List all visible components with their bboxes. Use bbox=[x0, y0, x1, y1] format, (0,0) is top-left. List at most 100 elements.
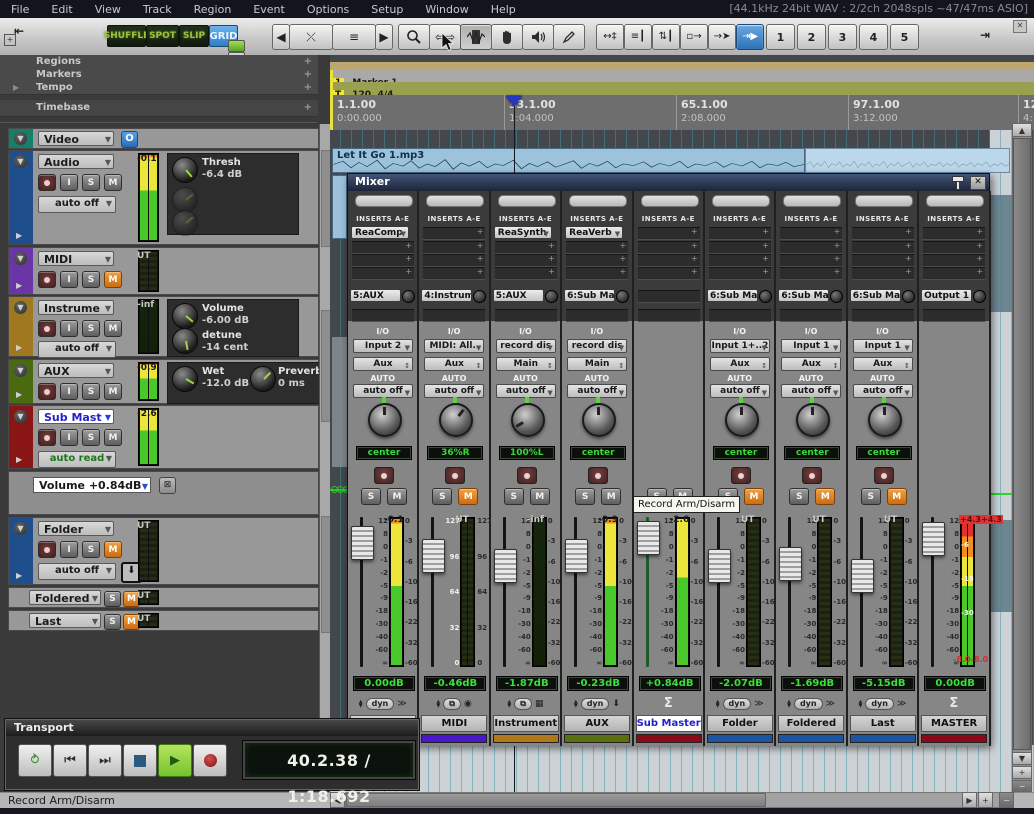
media-item-letitgo[interactable]: Let It Go 1.mp3 bbox=[332, 148, 805, 173]
input-dropdown[interactable]: Input 1▼ bbox=[853, 339, 913, 353]
horizontal-zoom-out-button[interactable]: − bbox=[999, 792, 1014, 808]
solo-button[interactable]: S bbox=[82, 429, 100, 446]
mixer-window[interactable]: Mixer ✕ INSERTS A-EReaComp▼+++5:AUXI/OIn… bbox=[347, 173, 990, 745]
menu-setup[interactable]: Setup bbox=[360, 3, 414, 16]
output-dropdown[interactable]: Aux↕ bbox=[353, 357, 413, 371]
volume-readout[interactable]: -1.87dB bbox=[496, 676, 558, 691]
mixer-close-icon[interactable]: ✕ bbox=[970, 176, 986, 190]
output-dropdown[interactable]: Main↕ bbox=[496, 357, 556, 371]
collapse-icon[interactable]: ▼ bbox=[14, 522, 27, 535]
insert-slot-empty[interactable]: + bbox=[566, 267, 628, 280]
record-arm-button[interactable] bbox=[38, 320, 56, 337]
strip-name[interactable]: AUX bbox=[564, 715, 630, 732]
scroll-down-icon[interactable]: ▼ bbox=[1012, 752, 1032, 765]
mute-button[interactable]: M bbox=[104, 429, 122, 446]
record-arm-button[interactable] bbox=[38, 429, 56, 446]
menu-region[interactable]: Region bbox=[183, 3, 243, 16]
output-dropdown[interactable]: Aux↕ bbox=[853, 357, 913, 371]
solo-button[interactable]: S bbox=[82, 383, 100, 400]
lane-header-tempo[interactable]: ▶ Tempo + bbox=[0, 81, 318, 95]
volume-fader[interactable] bbox=[494, 549, 517, 583]
insert-slot-empty[interactable]: + bbox=[852, 227, 914, 240]
strip-top-button[interactable] bbox=[569, 195, 627, 207]
input-dropdown[interactable]: record dis▼ bbox=[496, 339, 556, 353]
play-button[interactable]: ▶ bbox=[158, 744, 192, 777]
wet-knob[interactable] bbox=[172, 366, 198, 392]
volume-readout[interactable]: -5.15dB bbox=[853, 676, 915, 691]
insert-slot-fx[interactable]: ReaComp▼ bbox=[351, 226, 409, 239]
send-level-knob[interactable] bbox=[473, 290, 486, 303]
input-dropdown[interactable]: Input 2▼ bbox=[353, 339, 413, 353]
mixer-strip-midi[interactable]: INSERTS A-E++++4:InstrumeI/OMIDI: All..▼… bbox=[419, 191, 490, 746]
output-dropdown[interactable]: Aux↕ bbox=[424, 357, 484, 371]
record-arm-button[interactable] bbox=[38, 174, 56, 191]
media-item-letitgo-tail[interactable] bbox=[805, 148, 1010, 173]
strip-name[interactable]: MIDI bbox=[421, 715, 487, 732]
hscroll-thumb[interactable] bbox=[346, 793, 766, 807]
automation-mode-dropdown[interactable]: auto off▼ bbox=[38, 563, 116, 580]
mute-button[interactable]: M bbox=[815, 488, 835, 505]
volume-fader[interactable] bbox=[351, 526, 374, 560]
automation-mode-dropdown[interactable]: auto off▼ bbox=[38, 341, 116, 358]
media-item-fragment[interactable] bbox=[990, 195, 1012, 312]
mixer-strip-last[interactable]: INSERTS A-E++++6:Sub MastI/OInput 1▼Aux↕… bbox=[848, 191, 919, 746]
envelope-selector-dropdown[interactable]: Volume +0.84dB ▼ bbox=[33, 477, 151, 493]
nudge-left-button[interactable]: ◀ bbox=[272, 24, 290, 50]
envelope-points-toggle[interactable]: →➤ bbox=[708, 24, 736, 50]
insert-slot-empty[interactable]: + bbox=[638, 241, 700, 254]
track-submaster-name[interactable]: Sub Mast▼ bbox=[38, 409, 114, 424]
detune-knob[interactable] bbox=[172, 328, 198, 354]
insert-slot-empty[interactable]: + bbox=[638, 254, 700, 267]
video-fx-button[interactable]: O bbox=[121, 131, 138, 148]
strip-top-button[interactable] bbox=[855, 195, 913, 207]
insert-slot-fx[interactable]: ReaVerb▼ bbox=[565, 226, 623, 239]
pin-icon[interactable] bbox=[951, 175, 963, 189]
go-to-end-icon[interactable]: ⇥ bbox=[980, 28, 990, 42]
send-target-button[interactable]: 5:AUX bbox=[493, 289, 544, 302]
send-slot-empty[interactable] bbox=[923, 309, 985, 322]
envelope-mode-button[interactable]: ⤫ bbox=[289, 24, 333, 50]
mute-button[interactable]: M bbox=[104, 541, 122, 558]
grouping-toggle[interactable]: ▫→ bbox=[680, 24, 708, 50]
solo-button[interactable]: S bbox=[82, 320, 100, 337]
strip-name[interactable]: Instrument bbox=[493, 715, 559, 732]
menu-file[interactable]: File bbox=[0, 3, 40, 16]
fx-chain-icon[interactable]: ≫ bbox=[397, 699, 406, 709]
horizontal-zoom-in-button[interactable]: + bbox=[978, 792, 993, 808]
collapse-icon[interactable]: ▼ bbox=[14, 155, 27, 168]
insert-slot-empty[interactable]: + bbox=[852, 254, 914, 267]
preverb-knob[interactable] bbox=[250, 366, 276, 392]
insert-slot-fx[interactable]: ReaSynth▼ bbox=[494, 226, 552, 239]
insert-slot-empty[interactable]: + bbox=[923, 241, 985, 254]
hand-scroll-tool-button[interactable] bbox=[491, 24, 523, 50]
expand-icon[interactable]: ▶ bbox=[16, 390, 22, 399]
collapse-icon[interactable]: ▼ bbox=[14, 132, 27, 145]
solo-button[interactable]: S bbox=[82, 271, 100, 288]
track-foldered-name[interactable]: Foldered▼ bbox=[29, 590, 101, 605]
pan-knob[interactable] bbox=[368, 403, 402, 437]
mute-button[interactable]: M bbox=[530, 488, 550, 505]
send-target-button[interactable]: 6:Sub Mast bbox=[778, 289, 829, 302]
automation-mode-dropdown[interactable]: auto off▼ bbox=[853, 384, 913, 398]
volume-readout[interactable]: +0.84dB bbox=[639, 676, 701, 691]
input-monitor-button[interactable]: I bbox=[60, 320, 78, 337]
strip-top-button[interactable] bbox=[426, 195, 484, 207]
insert-slot-empty[interactable]: + bbox=[709, 254, 771, 267]
track-aux[interactable]: ▼▶ AUX▼ I S M -0.9 Wet -12.0 dB Preverb … bbox=[8, 359, 319, 404]
volume-fader[interactable] bbox=[779, 547, 802, 581]
solo-button[interactable]: S bbox=[575, 488, 595, 505]
track-video-name[interactable]: Video▼ bbox=[38, 131, 114, 146]
mute-button[interactable]: M bbox=[104, 174, 122, 191]
track-midi[interactable]: ▼▶ MIDI▼ I S M UT bbox=[8, 247, 319, 295]
send-target-button[interactable]: Output 1 / bbox=[921, 289, 972, 302]
strip-name[interactable]: Last bbox=[850, 715, 916, 732]
input-dropdown[interactable]: record dis▼ bbox=[567, 339, 627, 353]
strip-name[interactable]: MASTER bbox=[921, 715, 987, 732]
send-level-knob[interactable] bbox=[402, 290, 415, 303]
send-slot-empty[interactable] bbox=[423, 309, 485, 322]
mixer-strip-aux[interactable]: INSERTS A-EReaVerb▼+++6:Sub MastI/Orecor… bbox=[562, 191, 633, 746]
insert-slot-empty[interactable]: + bbox=[495, 267, 557, 280]
metronome-on-toggle[interactable] bbox=[228, 40, 245, 52]
strip-name[interactable]: Sub Master bbox=[636, 715, 702, 732]
record-arm-button[interactable] bbox=[802, 467, 822, 484]
